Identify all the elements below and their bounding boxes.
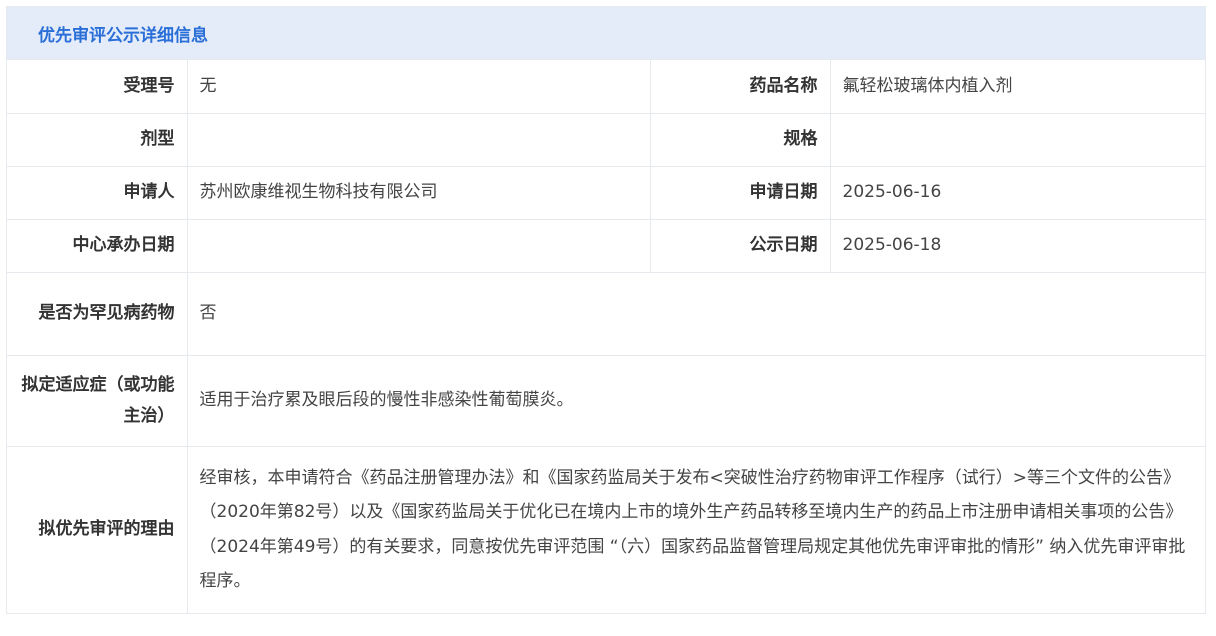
rare-disease-label: 是否为罕见病药物 bbox=[7, 272, 188, 356]
table-row: 拟定适应症（或功能主治） 适用于治疗累及眼后段的慢性非感染性葡萄膜炎。 bbox=[7, 355, 1205, 447]
table-row: 中心承办日期 公示日期 2025-06-18 bbox=[7, 219, 1205, 273]
table-row: 剂型 规格 bbox=[7, 113, 1205, 167]
center-date-value bbox=[187, 219, 651, 273]
table-row: 是否为罕见病药物 否 bbox=[7, 272, 1205, 356]
accept-no-value: 无 bbox=[187, 60, 651, 114]
apply-date-value: 2025-06-16 bbox=[830, 166, 1205, 220]
applicant-value: 苏州欧康维视生物科技有限公司 bbox=[187, 166, 651, 220]
reason-label: 拟优先审评的理由 bbox=[7, 446, 188, 613]
drug-name-label: 药品名称 bbox=[650, 60, 831, 114]
accept-no-label: 受理号 bbox=[7, 60, 188, 114]
detail-table: 受理号 无 药品名称 氟轻松玻璃体内植入剂 剂型 规格 申请人 苏州欧康维视生物… bbox=[7, 60, 1205, 613]
table-row: 拟优先审评的理由 经审核，本申请符合《药品注册管理办法》和《国家药监局关于发布<… bbox=[7, 446, 1205, 613]
indication-label: 拟定适应症（或功能主治） bbox=[7, 355, 188, 447]
publish-date-label: 公示日期 bbox=[650, 219, 831, 273]
rare-disease-value: 否 bbox=[187, 272, 1205, 356]
indication-value: 适用于治疗累及眼后段的慢性非感染性葡萄膜炎。 bbox=[187, 355, 1205, 447]
panel-title: 优先审评公示详细信息 bbox=[7, 7, 1205, 60]
applicant-label: 申请人 bbox=[7, 166, 188, 220]
reason-value: 经审核，本申请符合《药品注册管理办法》和《国家药监局关于发布<突破性治疗药物审评… bbox=[199, 467, 1186, 592]
spec-value bbox=[830, 113, 1205, 167]
dosage-form-label: 剂型 bbox=[7, 113, 188, 167]
table-row: 受理号 无 药品名称 氟轻松玻璃体内植入剂 bbox=[7, 60, 1205, 114]
apply-date-label: 申请日期 bbox=[650, 166, 831, 220]
center-date-label: 中心承办日期 bbox=[7, 219, 188, 273]
spec-label: 规格 bbox=[650, 113, 831, 167]
publish-date-value: 2025-06-18 bbox=[830, 219, 1205, 273]
drug-name-value: 氟轻松玻璃体内植入剂 bbox=[830, 60, 1205, 114]
detail-panel: 优先审评公示详细信息 受理号 无 药品名称 氟轻松玻璃体内植入剂 剂型 规格 申… bbox=[6, 6, 1206, 614]
dosage-form-value bbox=[187, 113, 651, 167]
table-row: 申请人 苏州欧康维视生物科技有限公司 申请日期 2025-06-16 bbox=[7, 166, 1205, 220]
